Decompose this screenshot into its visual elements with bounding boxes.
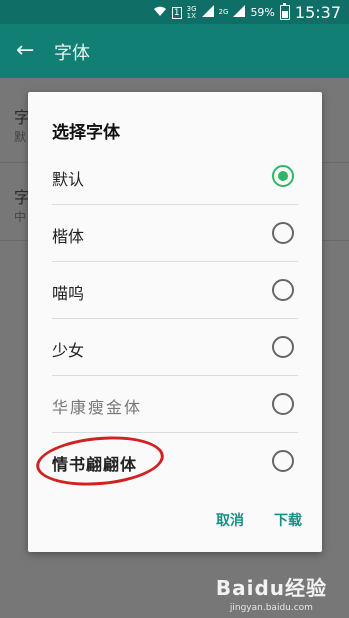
wifi-icon — [153, 5, 167, 21]
page-title: 字体 — [54, 43, 90, 64]
font-option-kaiti[interactable]: 楷体 — [28, 205, 322, 262]
font-option-shaonv[interactable]: 少女 — [28, 319, 322, 376]
font-option-label: 楷体 — [52, 227, 85, 246]
battery-percent: 59% — [250, 6, 275, 19]
radio-selected-icon[interactable] — [272, 165, 294, 187]
font-option-miaowu[interactable]: 喵呜 — [28, 262, 322, 319]
radio-unselected-icon[interactable] — [272, 336, 294, 358]
font-option-huakang[interactable]: 华康瘦金体 — [28, 376, 322, 433]
font-option-label: 少女 — [52, 341, 85, 360]
network-2g-indicator: 2G — [218, 8, 229, 16]
signal-icon-2 — [233, 4, 246, 21]
font-option-label: 喵呜 — [52, 284, 85, 303]
sim-badge: 1 — [171, 6, 182, 19]
arrow-left-icon[interactable]: ← — [16, 38, 34, 63]
app-bar: ← 字体 — [0, 24, 349, 78]
radio-unselected-icon[interactable] — [272, 393, 294, 415]
font-option-default[interactable]: 默认 — [28, 148, 322, 205]
signal-icon — [201, 4, 214, 21]
radio-unselected-icon[interactable] — [272, 279, 294, 301]
dialog-title: 选择字体 — [52, 123, 120, 143]
watermark-logo: Baidu经验 — [215, 576, 327, 600]
radio-unselected-icon[interactable] — [272, 222, 294, 244]
cancel-button[interactable]: 取消 — [216, 510, 244, 530]
font-option-label: 默认 — [52, 170, 85, 189]
battery-icon — [279, 3, 290, 20]
clock: 15:37 — [294, 3, 341, 22]
download-button[interactable]: 下载 — [274, 510, 302, 530]
dialog-actions: 取消 下载 — [216, 510, 302, 530]
font-option-label: 华康瘦金体 — [52, 398, 143, 417]
network-3g-indicator: 3G 1X — [186, 4, 197, 20]
status-icons: 1 3G 1X 2G 59% 15:37 — [153, 3, 341, 22]
radio-unselected-icon[interactable] — [272, 450, 294, 472]
status-bar: 1 3G 1X 2G 59% 15:37 — [0, 0, 349, 24]
font-picker-dialog: 选择字体 默认 楷体 喵呜 少女 华康瘦金体 情书翩翩体 取消 下载 — [28, 92, 322, 552]
baidu-watermark: Baidu经验 jingyan.baidu.com — [216, 572, 327, 613]
watermark-url: jingyan.baidu.com — [229, 603, 313, 613]
